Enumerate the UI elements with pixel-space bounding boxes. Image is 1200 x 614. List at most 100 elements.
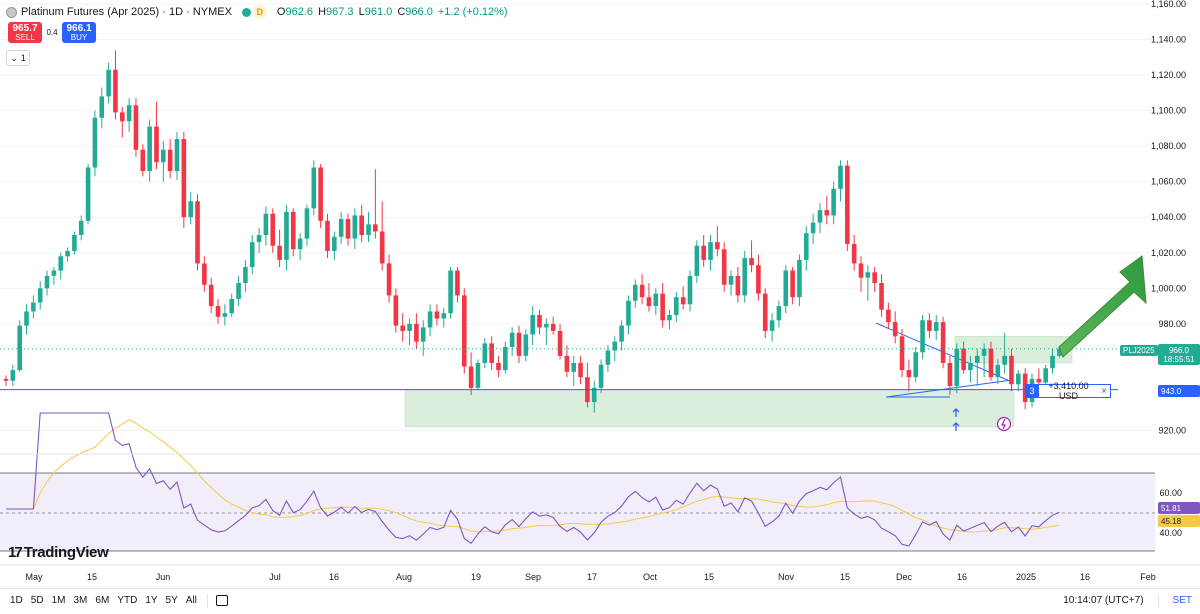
rsi-panel xyxy=(0,412,1155,552)
candle-up xyxy=(229,298,235,314)
candle-down xyxy=(455,270,460,296)
price-tick-label: 920.00 xyxy=(1158,425,1186,435)
trade-buttons: 965.7 SELL 0.4 966.1 BUY xyxy=(8,22,96,43)
candle-down xyxy=(735,275,741,296)
time-tick-label: 16 xyxy=(957,572,967,582)
price-scale[interactable]: 1,160.00 1,140.00 1,120.00 1,100.00 1,080.00… xyxy=(1151,0,1186,435)
clock-readout[interactable]: 10:14:07 (UTC+7) xyxy=(1063,595,1143,606)
candle-down xyxy=(947,362,953,387)
candle-up xyxy=(24,311,29,326)
range-3m[interactable]: 3M xyxy=(70,595,92,606)
candle-down xyxy=(660,293,665,321)
candle-down xyxy=(892,322,898,337)
position-label[interactable]: 3 +3,410.00 USD × xyxy=(1025,381,1111,401)
candle-up xyxy=(17,325,22,371)
candle-up xyxy=(817,210,823,223)
high-value: 967.3 xyxy=(326,6,354,18)
candle-up xyxy=(913,352,919,378)
candle-up xyxy=(10,370,16,381)
candle-up xyxy=(776,306,782,321)
candle-up xyxy=(37,288,43,303)
support-zone xyxy=(404,389,1015,428)
sell-button[interactable]: 965.7 SELL xyxy=(8,22,42,43)
symbol-header[interactable]: Platinum Futures (Apr 2025) · 1D · NYMEX… xyxy=(6,4,508,20)
range-ytd[interactable]: YTD xyxy=(113,595,141,606)
candle-up xyxy=(865,272,871,278)
candle-down xyxy=(208,284,214,307)
candle-down xyxy=(277,245,282,260)
close-position-icon[interactable]: × xyxy=(1098,386,1110,397)
candle-down xyxy=(721,249,727,285)
candle-up xyxy=(126,105,132,122)
range-1d[interactable]: 1D xyxy=(6,595,27,606)
candle-down xyxy=(400,325,406,331)
candle-up xyxy=(674,297,679,315)
time-tick-label: Oct xyxy=(643,572,658,582)
candle-up xyxy=(626,300,631,326)
candle-down xyxy=(639,284,645,298)
candle-down xyxy=(215,306,221,317)
candle-up xyxy=(297,238,303,250)
candle-up xyxy=(441,313,447,319)
candle-up xyxy=(974,355,980,363)
candle-up xyxy=(420,327,426,342)
candle-up xyxy=(236,282,241,299)
time-tick-label: 15 xyxy=(840,572,850,582)
candle-down xyxy=(154,126,159,163)
calendar-icon[interactable] xyxy=(215,595,228,606)
candle-down xyxy=(940,322,946,363)
candle-down xyxy=(496,362,501,371)
range-1m[interactable]: 1M xyxy=(48,595,70,606)
delayed-badge[interactable]: D xyxy=(252,5,267,19)
candle-up xyxy=(352,215,358,239)
candle-up xyxy=(838,165,843,189)
candle-up xyxy=(65,251,70,257)
position-pnl: +3,410.00 USD xyxy=(1048,381,1089,401)
lightning-icon[interactable] xyxy=(996,416,1012,432)
candle-down xyxy=(899,336,905,371)
candle-up xyxy=(72,235,77,252)
candle-up xyxy=(803,233,809,260)
candle-up xyxy=(667,314,672,321)
candle-up xyxy=(544,323,549,328)
candle-down xyxy=(537,314,542,328)
range-5y[interactable]: 5Y xyxy=(162,595,182,606)
time-tick-label: 19 xyxy=(471,572,481,582)
range-5d[interactable]: 5D xyxy=(27,595,48,606)
candle-up xyxy=(482,343,488,363)
bullish-arrow-icon xyxy=(1058,255,1147,358)
candle-down xyxy=(557,330,563,356)
ohlc-readout: O962.6 H967.3 L961.0 C966.0 +1.2 (+0.12%… xyxy=(276,6,508,18)
candle-down xyxy=(270,213,276,246)
price-chart[interactable]: 1,160.00 1,140.00 1,120.00 1,100.00 1,080.00… xyxy=(0,0,1200,590)
rsi-tick-label: 60.00 xyxy=(1159,488,1182,498)
time-tick-label: Jul xyxy=(269,572,281,582)
session-settings-button[interactable]: SET xyxy=(1173,595,1192,606)
candle-down xyxy=(140,149,146,172)
time-axis[interactable]: May 15 Jun Jul 16 Aug 19 Sep 17 Oct 15 Nov 15 Dec 16 20… xyxy=(25,572,1155,582)
range-all[interactable]: All xyxy=(182,595,201,606)
buy-button[interactable]: 966.1 BUY xyxy=(62,22,96,43)
indicators-toggle-button[interactable]: ⌄ 1 xyxy=(6,50,30,66)
candle-down xyxy=(756,265,761,294)
candle-down xyxy=(359,215,364,236)
candle-up xyxy=(968,362,973,371)
tradingview-logo[interactable]: 17 TradingView xyxy=(8,544,109,561)
candle-up xyxy=(503,346,508,371)
candle-up xyxy=(44,275,50,289)
candle-up xyxy=(448,270,453,314)
candle-down xyxy=(133,105,139,150)
candle-up xyxy=(981,348,987,356)
candle-up xyxy=(1050,355,1055,369)
symbol-title[interactable]: Platinum Futures (Apr 2025) · 1D · NYMEX xyxy=(21,6,232,18)
range-1y[interactable]: 1Y xyxy=(141,595,161,606)
range-6m[interactable]: 6M xyxy=(91,595,113,606)
candle-down xyxy=(1009,355,1014,385)
time-tick-label: Aug xyxy=(396,572,412,582)
candle-up xyxy=(31,302,36,312)
candle-up xyxy=(605,350,611,365)
candle-up xyxy=(256,235,262,243)
position-qty[interactable]: 3 xyxy=(1025,383,1039,398)
candle-up xyxy=(58,256,64,271)
candle-down xyxy=(393,295,399,326)
